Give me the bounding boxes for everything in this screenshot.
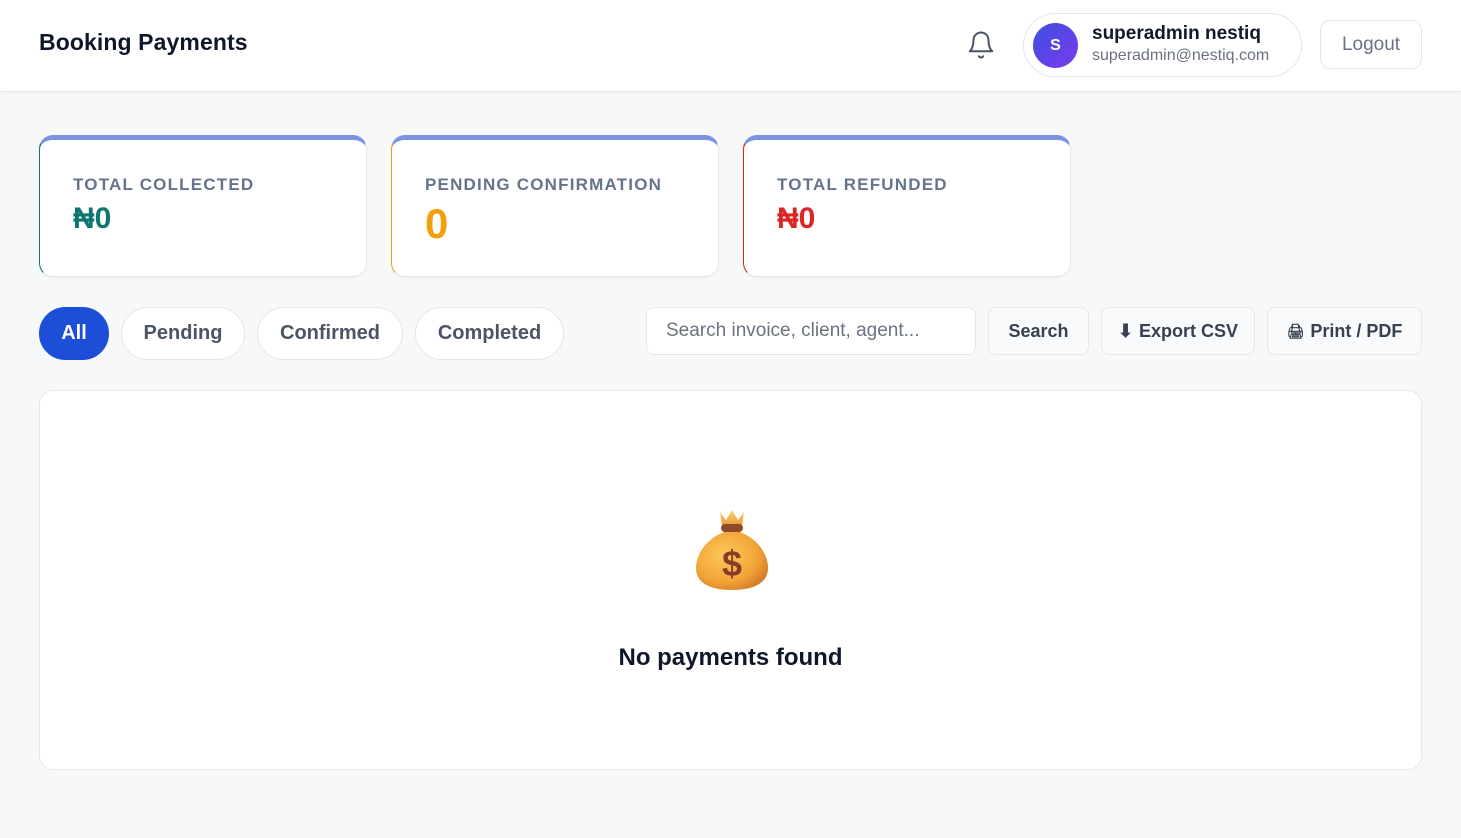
user-profile-menu[interactable]: S superadmin nestiq superadmin@nestiq.co… — [1023, 13, 1302, 77]
stat-value: ₦0 — [777, 202, 816, 235]
page-title: Booking Payments — [39, 29, 248, 55]
stat-card-total-refunded: TOTAL REFUNDED ₦0 — [743, 135, 1071, 277]
stat-label: TOTAL REFUNDED — [777, 175, 948, 194]
avatar: S — [1033, 23, 1078, 68]
filter-tab-confirmed[interactable]: Confirmed — [257, 307, 403, 360]
filter-tab-all[interactable]: All — [39, 307, 109, 360]
payments-table-panel: $ No payments found — [39, 390, 1422, 770]
filter-tab-pending[interactable]: Pending — [121, 307, 245, 360]
user-email: superadmin@nestiq.com — [1092, 47, 1270, 64]
print-pdf-button[interactable]: 🖨 Print / PDF — [1267, 307, 1422, 355]
search-input[interactable] — [646, 307, 976, 355]
download-arrow-icon: ⬇ — [1117, 320, 1134, 341]
logout-button[interactable]: Logout — [1320, 20, 1422, 69]
printer-icon: 🖨 — [1286, 322, 1305, 339]
export-csv-label: Export CSV — [1139, 320, 1239, 341]
svg-text:$: $ — [722, 543, 742, 584]
stat-value: ₦0 — [73, 202, 112, 235]
export-csv-button[interactable]: ⬇ Export CSV — [1101, 307, 1255, 355]
stat-card-pending-confirmation: PENDING CONFIRMATION 0 — [391, 135, 719, 277]
user-name: superadmin nestiq — [1092, 23, 1261, 44]
search-button[interactable]: Search — [988, 307, 1089, 355]
print-pdf-label: Print / PDF — [1310, 320, 1403, 341]
money-bag-icon: $ — [692, 506, 772, 596]
notification-bell-icon[interactable] — [964, 28, 998, 62]
stat-value: 0 — [425, 200, 449, 247]
stat-label: TOTAL COLLECTED — [73, 175, 255, 194]
stat-label: PENDING CONFIRMATION — [425, 175, 663, 194]
filter-tab-completed[interactable]: Completed — [415, 307, 564, 360]
empty-state-message: No payments found — [618, 644, 843, 671]
stat-card-total-collected: TOTAL COLLECTED ₦0 — [39, 135, 367, 277]
top-header: Booking Payments S superadmin nestiq sup… — [0, 0, 1461, 92]
